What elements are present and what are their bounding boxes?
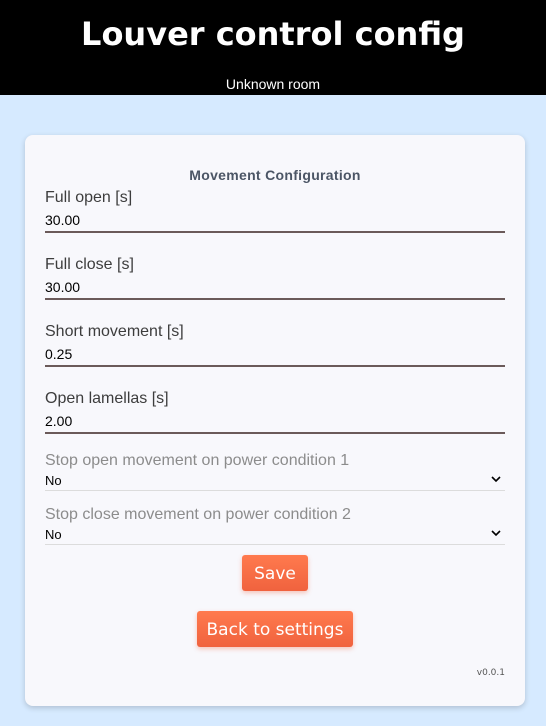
full-close-input[interactable] (45, 276, 505, 300)
open-lamellas-field: Open lamellas [s] (45, 389, 505, 434)
stop-close-select[interactable]: No (45, 525, 505, 545)
full-open-field: Full open [s] (45, 188, 505, 233)
open-lamellas-input[interactable] (45, 410, 505, 434)
short-movement-label: Short movement [s] (45, 323, 184, 340)
stop-open-field: Stop open movement on power condition 1 … (45, 451, 505, 491)
full-open-input[interactable] (45, 209, 505, 233)
stop-close-value: No (45, 527, 62, 542)
full-open-label: Full open [s] (45, 189, 133, 206)
short-movement-field: Short movement [s] (45, 322, 505, 367)
chevron-down-icon (491, 476, 501, 483)
room-name: Unknown room (225, 76, 321, 92)
stop-open-label: Stop open movement on power condition 1 (45, 452, 350, 469)
back-to-settings-button[interactable]: Back to settings (197, 611, 353, 647)
full-close-field: Full close [s] (45, 255, 505, 300)
stop-close-field: Stop close movement on power condition 2… (45, 505, 505, 545)
section-title: Movement Configuration (189, 167, 361, 183)
open-lamellas-label: Open lamellas [s] (45, 390, 169, 407)
save-button[interactable]: Save (242, 555, 308, 591)
full-close-label: Full close [s] (45, 256, 134, 273)
page-title: Louver control config (81, 15, 465, 53)
short-movement-input[interactable] (45, 343, 505, 367)
stop-open-value: No (45, 473, 62, 488)
version-label: v0.0.1 (476, 668, 505, 678)
header-bar: Louver control config Unknown room (0, 0, 546, 95)
stop-close-label: Stop close movement on power condition 2 (45, 506, 351, 523)
stop-open-select[interactable]: No (45, 471, 505, 491)
config-card: Movement Configuration Full open [s] Ful… (25, 135, 525, 706)
chevron-down-icon (491, 530, 501, 537)
